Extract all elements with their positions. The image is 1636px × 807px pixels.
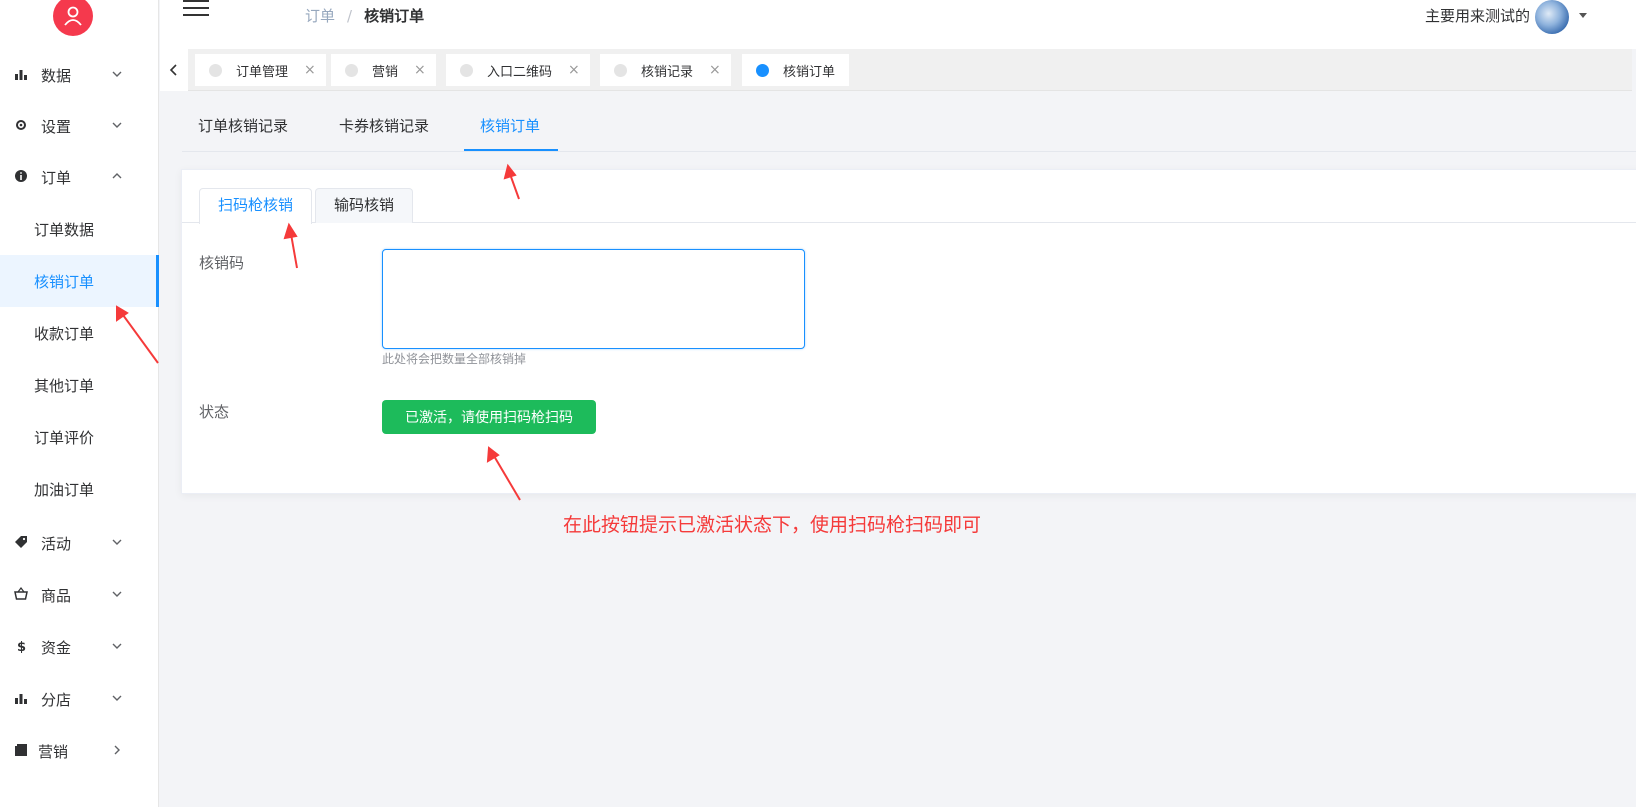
tag-dot-icon	[614, 63, 627, 77]
sidebar-item-label: 分店	[41, 691, 72, 709]
tag-verify-orders[interactable]: 核销订单	[742, 54, 850, 86]
annotation-note: 在此按钮提示已激活状态下，使用扫码枪扫码即可	[563, 514, 982, 536]
tab-order-verify-records[interactable]: 订单核销记录	[198, 115, 288, 152]
sidebar-subitem-payment-orders[interactable]: 收款订单	[0, 307, 159, 359]
avatar[interactable]	[1535, 0, 1569, 34]
tag-dot-icon	[460, 63, 473, 77]
top-header: 订单 / 核销订单 主要用来测试的	[160, 0, 1636, 49]
sidebar-subitem-label: 订单评价	[34, 429, 95, 447]
chevron-down-icon	[112, 643, 122, 649]
chevron-down-icon	[112, 539, 122, 545]
dollar-icon: $	[17, 640, 26, 653]
chevron-down-icon	[112, 122, 122, 128]
close-icon[interactable]: ×	[709, 62, 721, 78]
sidebar-subitem-fuel-orders[interactable]: 加油订单	[0, 463, 159, 515]
sidebar-item-label: 数据	[41, 67, 72, 85]
breadcrumb-current: 核销订单	[364, 7, 425, 25]
sidebar-subitem-label: 加油订单	[34, 481, 95, 499]
tab-verify-orders[interactable]: 核销订单	[480, 115, 540, 152]
chevron-down-icon	[112, 591, 122, 597]
gear-icon	[16, 120, 26, 130]
basket-icon	[14, 587, 28, 600]
sidebar-item-label: 活动	[41, 535, 72, 553]
sidebar-item-branches[interactable]: 分店	[0, 673, 159, 725]
user-icon	[64, 6, 82, 26]
sidebar-item-label: 商品	[41, 587, 72, 605]
sidebar-item-activities[interactable]: 活动	[0, 517, 159, 569]
bar-chart-icon	[15, 694, 27, 704]
sidebar-subitem-order-reviews[interactable]: 订单评价	[0, 411, 159, 463]
tag-label: 订单管理	[236, 64, 289, 80]
tag-dot-icon	[345, 63, 358, 77]
code-help-text: 此处将会把数量全部核销掉	[382, 352, 527, 366]
tab-code-input-verify[interactable]: 输码核销	[315, 188, 414, 223]
tag-label: 核销订单	[783, 64, 836, 80]
breadcrumb-item[interactable]: 订单	[305, 7, 335, 25]
close-icon[interactable]: ×	[568, 62, 580, 78]
sidebar-item-orders[interactable]: 订单	[0, 151, 159, 203]
status-label: 状态	[199, 403, 230, 421]
sidebar-item-marketing[interactable]: 营销	[0, 725, 159, 777]
close-icon[interactable]: ×	[414, 62, 426, 78]
chevron-down-icon	[112, 71, 122, 77]
info-circle-icon	[15, 170, 27, 182]
sidebar-subitem-other-orders[interactable]: 其他订单	[0, 359, 159, 411]
tag-icon	[15, 536, 27, 548]
code-label: 核销码	[199, 254, 245, 272]
sidebar: 数据 设置 订单 订单数据 核销订单 收款订单 其他订单 订单评价 加油订单 活…	[0, 0, 159, 807]
sidebar-subitem-verify-orders[interactable]: 核销订单	[0, 255, 159, 307]
chevron-up-icon	[112, 173, 122, 179]
sidebar-subitem-label: 核销订单	[34, 273, 95, 291]
verify-tabs: 订单核销记录 卡券核销记录 核销订单	[182, 115, 1636, 152]
sidebar-subitem-label: 订单数据	[34, 221, 95, 239]
sidebar-item-products[interactable]: 商品	[0, 569, 159, 621]
sidebar-item-label: 资金	[41, 639, 72, 657]
sidebar-item-settings[interactable]: 设置	[0, 100, 159, 152]
tag-label: 营销	[372, 64, 399, 80]
sidebar-subitem-order-data[interactable]: 订单数据	[0, 203, 159, 255]
hamburger-menu-icon[interactable]	[183, 0, 209, 20]
tag-label: 核销记录	[641, 64, 694, 80]
tags-view-bar: 订单管理 × 营销 × 入口二维码 × 核销记录 × 核销订单	[160, 49, 1632, 91]
chevron-down-icon	[112, 695, 122, 701]
tag-order-management[interactable]: 订单管理 ×	[195, 54, 326, 86]
tag-dot-icon	[756, 63, 769, 77]
status-activated-button[interactable]: 已激活，请使用扫码枪扫码	[382, 400, 596, 434]
caret-down-icon[interactable]	[1579, 13, 1587, 18]
tab-coupon-verify-records[interactable]: 卡券核销记录	[339, 115, 429, 152]
sidebar-item-funds[interactable]: $ 资金	[0, 621, 159, 673]
active-tab-indicator	[464, 149, 558, 151]
bar-chart-icon	[15, 70, 27, 80]
tag-marketing[interactable]: 营销 ×	[331, 54, 436, 86]
tag-verify-records[interactable]: 核销记录 ×	[600, 54, 731, 86]
svg-text:$: $	[17, 640, 26, 653]
user-name[interactable]: 主要用来测试的	[1425, 5, 1530, 26]
folder-icon	[15, 744, 27, 756]
tag-entry-qrcode[interactable]: 入口二维码 ×	[446, 54, 590, 86]
chevron-right-icon	[114, 745, 120, 755]
verify-form-card: 扫码枪核销 输码核销 核销码 此处将会把数量全部核销掉 状态 已激活，请使用扫码…	[181, 169, 1636, 494]
breadcrumb: 订单 / 核销订单	[305, 5, 424, 26]
card-tabs: 扫码枪核销 输码核销	[182, 188, 1636, 224]
tab-scanner-verify[interactable]: 扫码枪核销	[199, 188, 313, 224]
sidebar-item-label: 订单	[41, 169, 72, 187]
sidebar-item-data[interactable]: 数据	[0, 49, 159, 101]
logo-avatar[interactable]	[53, 0, 93, 36]
tag-label: 入口二维码	[487, 64, 553, 80]
verify-code-textarea[interactable]	[382, 249, 805, 349]
sidebar-subitem-label: 其他订单	[34, 377, 95, 395]
tag-dot-icon	[209, 63, 222, 77]
sidebar-item-label: 营销	[38, 743, 69, 761]
tags-scroll-left-button[interactable]	[160, 49, 188, 91]
breadcrumb-separator: /	[347, 7, 353, 25]
sidebar-subitem-label: 收款订单	[34, 325, 95, 343]
chevron-left-icon	[169, 64, 177, 76]
close-icon[interactable]: ×	[304, 62, 316, 78]
sidebar-item-label: 设置	[41, 118, 72, 136]
